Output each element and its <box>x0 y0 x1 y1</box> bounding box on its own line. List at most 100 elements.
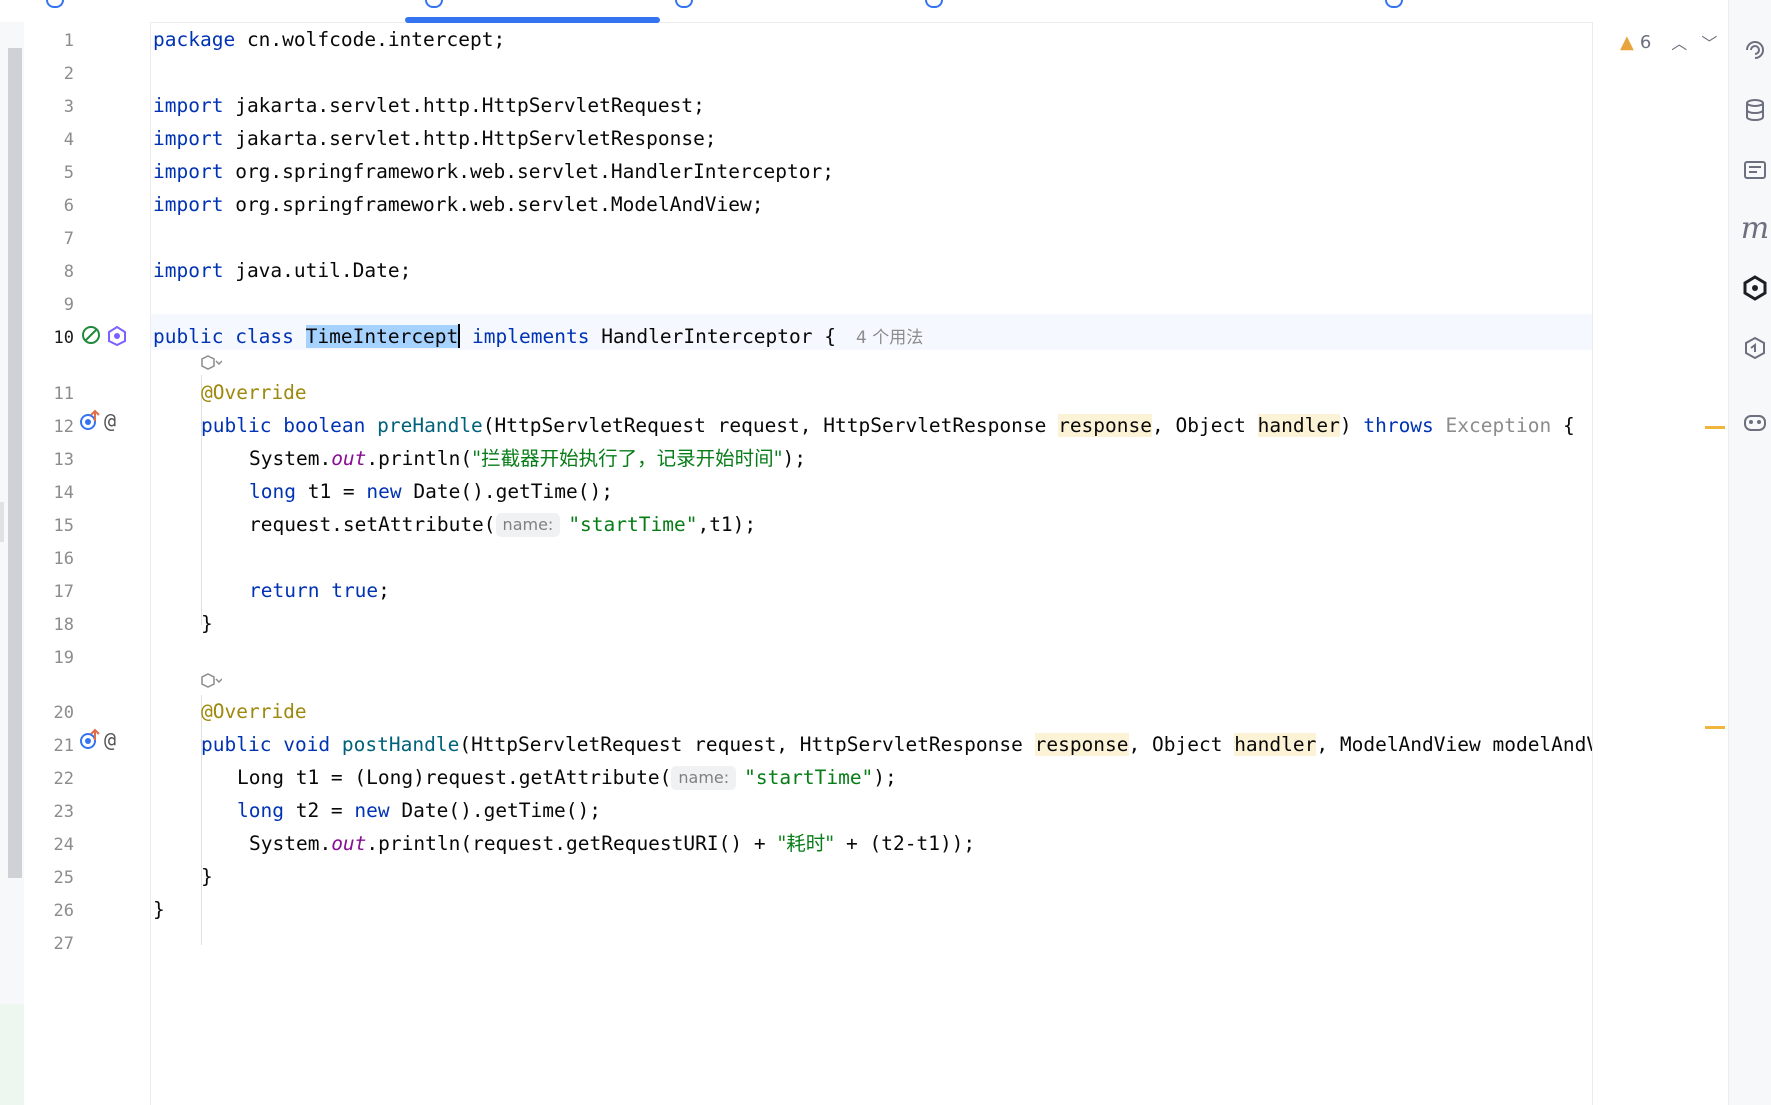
problems-widget[interactable]: ▲ 6 ︿ ﹀ <box>1620 30 1717 54</box>
string-literal: "startTime" <box>744 766 874 789</box>
ai-inlay[interactable] <box>200 355 223 375</box>
line-number: 8 <box>63 262 74 282</box>
string-literal: "拦截器开始执行了，记录开始时间" <box>472 447 783 470</box>
keyword: return <box>249 579 320 602</box>
code-line: System.out.println(request.getRequestURI… <box>249 829 975 859</box>
active-tab-indicator <box>405 17 660 23</box>
import-path: jakarta.servlet.http.HttpServletRequest; <box>235 94 705 117</box>
code-text: + (t2-t1)); <box>834 832 976 855</box>
exception-type: Exception <box>1433 414 1552 437</box>
keyword: import <box>153 127 224 150</box>
notifications-icon[interactable] <box>1739 154 1771 186</box>
line-number: 25 <box>53 868 74 888</box>
warning-count: 6 <box>1639 31 1652 53</box>
code-text: request.setAttribute( <box>249 513 496 536</box>
import-path: org.springframework.web.servlet.HandlerI… <box>235 160 834 183</box>
annotation: @Override <box>201 700 307 723</box>
code-line: import java.util.Date; <box>153 256 411 286</box>
tab-file-icon[interactable] <box>925 0 943 8</box>
line-number: 13 <box>53 450 74 470</box>
ai-assistant-icon[interactable] <box>1739 272 1771 304</box>
tab-file-icon[interactable] <box>675 0 693 8</box>
maven-icon[interactable]: m <box>1739 211 1771 246</box>
keyword: import <box>153 259 224 282</box>
package-name: cn.wolfcode.intercept; <box>246 28 506 51</box>
database-icon[interactable] <box>1739 94 1771 126</box>
keyword: new <box>354 799 390 822</box>
line-number: 10 <box>53 328 74 348</box>
warning-stripe[interactable] <box>1705 426 1725 429</box>
line-number: 6 <box>63 196 74 216</box>
copilot-icon[interactable] <box>1739 406 1771 438</box>
editor-gutter: 1 2 3 4 5 6 7 8 9 10 11 12 13 14 15 16 1… <box>24 22 151 1105</box>
interface-name: HandlerInterceptor { <box>601 325 836 348</box>
selected-class-name[interactable]: TimeIntercept <box>305 325 459 348</box>
params: (HttpServletRequest request, HttpServlet… <box>482 414 1059 437</box>
ai-generate-icon[interactable] <box>200 355 223 371</box>
unused-param: handler <box>1257 414 1340 437</box>
tab-file-icon[interactable] <box>46 0 64 8</box>
line-number: 21 <box>53 736 74 756</box>
at-annotation-icon[interactable]: @ <box>104 411 116 431</box>
code-line: long t1 = new Date().getTime(); <box>249 477 613 507</box>
scrollbar-thumb[interactable] <box>8 48 22 878</box>
code-line: public boolean preHandle(HttpServletRequ… <box>201 411 1575 441</box>
editor-tab-strip <box>0 0 1728 23</box>
code-line: import org.springframework.web.servlet.M… <box>153 190 764 220</box>
code-text: .println(request.getRequestURI() + <box>366 832 778 855</box>
method-name: preHandle <box>377 414 483 437</box>
keyword: throws <box>1363 414 1434 437</box>
editor-right-margin <box>1592 22 1729 1105</box>
keyword: public <box>201 733 272 756</box>
warning-icon: ▲ <box>1620 31 1634 53</box>
line-number: 11 <box>53 384 74 404</box>
string-literal: "startTime" <box>568 513 698 536</box>
unused-param: handler <box>1234 733 1317 756</box>
keyword: import <box>153 94 224 117</box>
warning-stripe[interactable] <box>1705 726 1725 729</box>
unused-param: response <box>1034 733 1129 756</box>
code-text: Date().getTime(); <box>389 799 601 822</box>
swirl-plugin-icon[interactable] <box>1739 34 1771 66</box>
at-annotation-icon[interactable]: @ <box>104 730 116 750</box>
no-coverage-icon[interactable] <box>80 324 104 348</box>
line-number: 7 <box>63 229 74 249</box>
previous-highlight-icon[interactable]: ︿ <box>1671 30 1687 54</box>
line-number: 16 <box>53 549 74 569</box>
hexagon-plugin-icon[interactable] <box>1739 332 1771 364</box>
line-number: 18 <box>53 615 74 635</box>
ai-inlay[interactable] <box>200 673 223 693</box>
keyword: public <box>153 325 224 348</box>
keyword: public <box>201 414 272 437</box>
next-highlight-icon[interactable]: ﹀ <box>1701 30 1717 54</box>
keyword: boolean <box>283 414 366 437</box>
implements-method-icon[interactable] <box>78 409 104 433</box>
line-number: 3 <box>63 97 74 117</box>
ai-assistant-icon[interactable] <box>106 325 128 347</box>
code-line: } <box>153 895 165 925</box>
code-text: Long t1 = (Long)request.getAttribute( <box>237 766 672 789</box>
line-number: 22 <box>53 769 74 789</box>
brace: } <box>201 612 213 635</box>
tab-file-icon[interactable] <box>1385 0 1403 8</box>
usages-inlay[interactable]: 4 个用法 <box>856 328 923 348</box>
line-number: 23 <box>53 802 74 822</box>
code-text: .println( <box>366 447 473 470</box>
brace: { <box>1551 414 1575 437</box>
keyword: new <box>366 480 402 503</box>
tab-file-icon[interactable] <box>425 0 443 8</box>
ai-generate-icon[interactable] <box>200 673 223 689</box>
params: , Object <box>1128 733 1235 756</box>
string-literal: "耗时" <box>777 832 835 855</box>
code-line: import jakarta.servlet.http.HttpServletR… <box>153 91 705 121</box>
code-line: return true; <box>249 576 390 606</box>
params: ) <box>1339 414 1364 437</box>
line-number: 9 <box>63 295 74 315</box>
code-text: ,t1); <box>697 513 757 536</box>
text-caret <box>458 324 461 348</box>
implements-method-icon[interactable] <box>78 728 104 752</box>
code-text: Date().getTime(); <box>401 480 613 503</box>
import-path: org.springframework.web.servlet.ModelAnd… <box>235 193 764 216</box>
static-field: out <box>331 832 367 855</box>
keyword: import <box>153 160 224 183</box>
